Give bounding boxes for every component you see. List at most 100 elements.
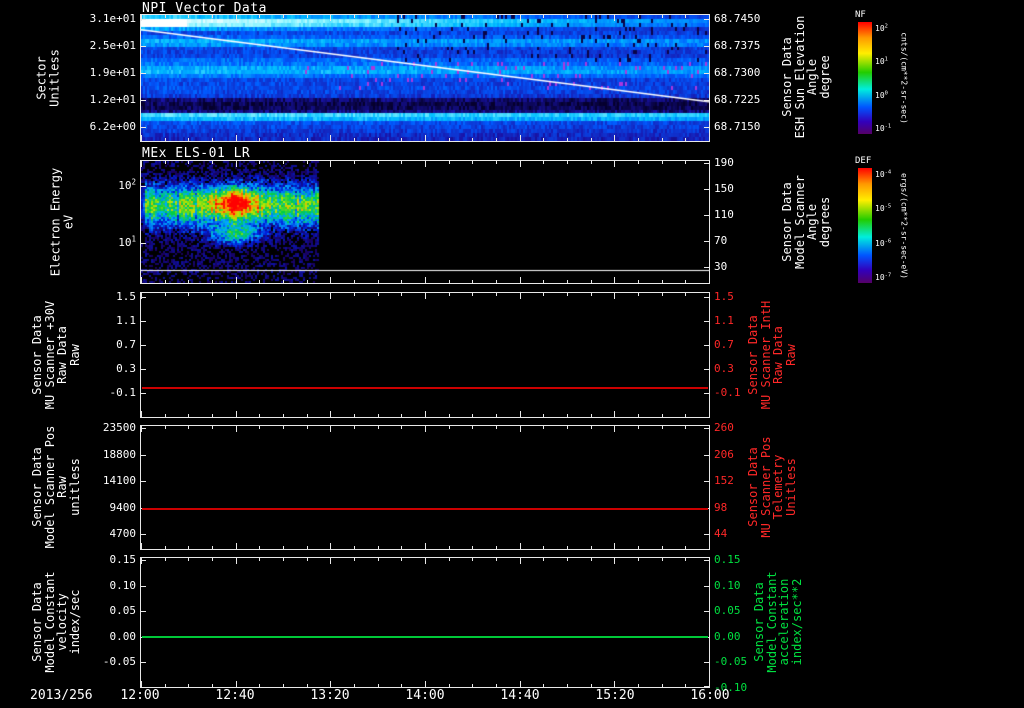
- left-tick-label-npi: 1.9e+01: [89, 66, 136, 79]
- x-tick: [259, 15, 260, 18]
- x-tick: [165, 558, 166, 561]
- x-tick: [378, 546, 379, 549]
- axis-label-left-npi-line: Sector: [34, 56, 49, 100]
- x-tick: [330, 293, 331, 299]
- x-tick: [330, 15, 331, 21]
- x-tick: [543, 558, 544, 561]
- x-tick: [496, 293, 497, 296]
- right-tick-label-mu-30v: 1.1: [714, 314, 734, 327]
- x-tick: [662, 558, 663, 561]
- x-tick: [567, 280, 568, 283]
- axis-label-right-mu-30v-line: Raw: [783, 344, 798, 366]
- x-tick: [141, 15, 142, 21]
- y-tick: [704, 686, 709, 687]
- x-tick: [401, 684, 402, 687]
- x-tick: [330, 558, 331, 564]
- x-tick: [520, 293, 521, 299]
- axis-label-left-scanner-pos: Sensor Data Model Scanner Pos Raw unitless: [30, 426, 82, 549]
- x-tick: [662, 684, 663, 687]
- x-tick: [496, 546, 497, 549]
- x-tick: [567, 426, 568, 429]
- y-tick: [704, 662, 709, 663]
- x-tick: [685, 293, 686, 296]
- x-axis-label: 15:20: [595, 688, 635, 703]
- axis-label-left-model-constant-line: index/sec: [67, 589, 82, 655]
- axis-label-right-els-line: Angle: [805, 203, 819, 241]
- x-tick: [141, 293, 142, 299]
- x-tick: [662, 546, 663, 549]
- x-tick: [307, 546, 308, 549]
- colorbar-tick-npi: 100: [875, 90, 888, 100]
- x-tick: [591, 161, 592, 164]
- x-tick: [378, 293, 379, 296]
- x-tick: [496, 138, 497, 141]
- x-tick: [212, 414, 213, 417]
- left-tick-label-model-constant: 0.15: [109, 553, 137, 566]
- axis-label-left-scanner-pos-line: Raw: [55, 476, 69, 498]
- colorbar-tick-npi: 101: [875, 56, 888, 66]
- x-tick: [401, 414, 402, 417]
- x-tick: [401, 280, 402, 283]
- y-tick: [141, 393, 146, 394]
- x-tick: [520, 426, 521, 432]
- axis-label-left-els: Electron Energy eV: [49, 168, 76, 276]
- axis-label-left-model-constant: Sensor Data Model Constant velocity index/s…: [30, 571, 82, 672]
- x-tick: [614, 426, 615, 432]
- x-tick: [685, 161, 686, 164]
- data-line-mu-30v: [142, 387, 708, 389]
- colorbar-tick-els: 10-6: [875, 238, 892, 248]
- y-tick: [704, 73, 709, 74]
- x-tick: [283, 414, 284, 417]
- x-tick: [520, 411, 521, 417]
- x-tick: [165, 280, 166, 283]
- x-tick: [449, 161, 450, 164]
- x-tick: [685, 426, 686, 429]
- x-tick: [236, 293, 237, 299]
- colorbar-unit-npi: cnts/(cm**2-sr-sec): [897, 32, 910, 124]
- x-tick: [283, 558, 284, 561]
- y-tick: [141, 321, 146, 322]
- y-tick: [704, 369, 709, 370]
- x-tick: [496, 161, 497, 164]
- y-tick: [704, 19, 709, 20]
- x-tick: [283, 684, 284, 687]
- x-tick: [520, 135, 521, 141]
- x-tick: [354, 558, 355, 561]
- panel-npi: [140, 14, 710, 142]
- x-tick: [330, 411, 331, 417]
- x-tick: [330, 681, 331, 687]
- x-tick: [188, 546, 189, 549]
- y-tick: [704, 163, 709, 164]
- x-tick: [236, 411, 237, 417]
- x-tick: [236, 135, 237, 141]
- x-tick: [614, 135, 615, 141]
- axis-label-left-model-constant-line: Sensor Data: [30, 582, 44, 662]
- x-tick: [259, 161, 260, 164]
- data-line-scanner-pos: [142, 508, 708, 510]
- x-tick: [425, 558, 426, 564]
- x-tick: [520, 558, 521, 564]
- x-tick: [141, 277, 142, 283]
- x-tick: [685, 15, 686, 18]
- x-tick: [188, 558, 189, 561]
- x-tick: [212, 161, 213, 164]
- x-tick: [165, 426, 166, 429]
- x-tick: [401, 546, 402, 549]
- x-tick: [662, 15, 663, 18]
- x-tick: [685, 280, 686, 283]
- axis-label-right-model-constant-line: Sensor Data: [752, 582, 766, 662]
- x-axis-label: 14:00: [405, 688, 445, 703]
- x-tick: [567, 15, 568, 18]
- x-tick: [472, 280, 473, 283]
- x-tick: [685, 414, 686, 417]
- x-tick: [354, 293, 355, 296]
- y-tick: [141, 100, 146, 101]
- x-tick: [165, 138, 166, 141]
- x-tick: [259, 414, 260, 417]
- panel-scanner-pos: [140, 425, 710, 550]
- x-tick: [543, 280, 544, 283]
- x-tick: [283, 293, 284, 296]
- x-tick: [212, 558, 213, 561]
- x-tick: [141, 161, 142, 167]
- x-axis-label: 16:00: [690, 688, 730, 703]
